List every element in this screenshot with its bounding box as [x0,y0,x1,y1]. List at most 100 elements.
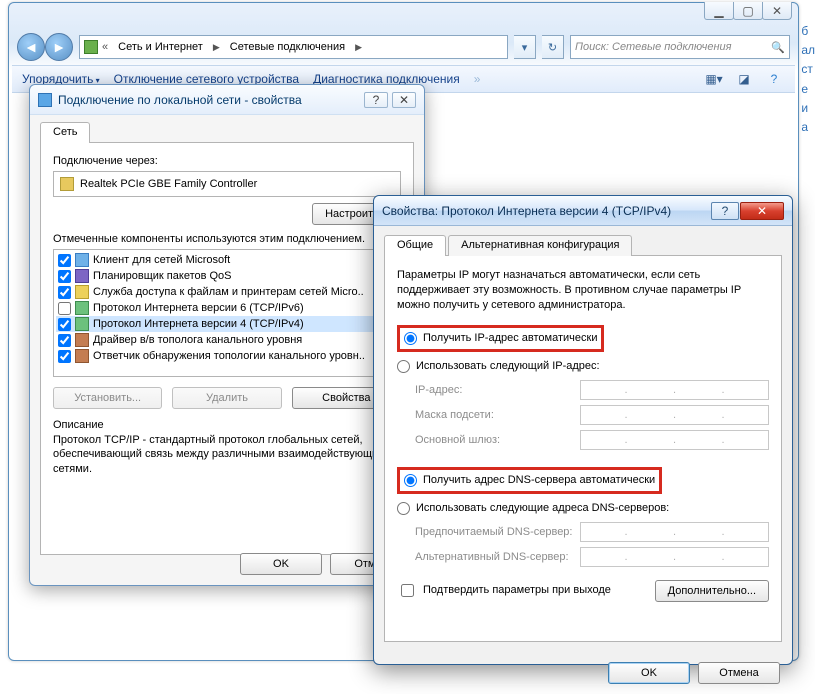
chevron-right-icon[interactable]: ▶ [355,42,362,53]
component-item[interactable]: Служба доступа к файлам и принтерам сете… [56,284,398,300]
cancel-button[interactable]: Отмена [698,662,780,684]
dialog-title: Подключение по локальной сети - свойства [58,93,302,107]
dialog-close-button[interactable]: ✕ [392,92,416,108]
background-cropped-text: балстеиа [801,22,815,137]
nav-row: ◄ ► « Сеть и Интернет ▶ Сетевые подключе… [17,33,790,61]
gateway-label: Основной шлюз: [415,434,580,446]
adapter-box[interactable]: Realtek PCIe GBE Family Controller [53,171,401,197]
component-item[interactable]: Клиент для сетей Microsoft [56,252,398,268]
components-caption: Отмеченные компоненты используются этим … [53,233,401,245]
radio-dns-auto-input[interactable] [404,474,417,487]
address-dropdown-button[interactable]: ▾ [514,35,536,59]
component-checkbox[interactable] [58,254,71,267]
nav-forward-button[interactable]: ► [45,33,73,61]
share-icon [75,285,89,299]
validate-on-exit-input[interactable] [401,584,414,597]
radio-ip-auto[interactable]: Получить IP-адрес автоматически [404,330,597,347]
component-label: Служба доступа к файлам и принтерам сете… [93,286,364,298]
component-item[interactable]: Протокол Интернета версии 6 (TCP/IPv6) [56,300,398,316]
ip-address-label: IP-адрес: [415,384,580,396]
help-button[interactable]: ? [763,69,785,89]
dialog-close-button[interactable]: ✕ [740,202,784,220]
minimize-button[interactable]: ▁ [704,2,734,20]
radio-dns-manual-input[interactable] [397,502,410,515]
dialog-titlebar[interactable]: Свойства: Протокол Интернета версии 4 (T… [374,196,792,226]
component-checkbox[interactable] [58,350,71,363]
dialog-help-button[interactable]: ? [364,92,388,108]
component-item[interactable]: Драйвер в/в тополога канального уровня [56,332,398,348]
close-button[interactable]: ✕ [762,2,792,20]
install-button[interactable]: Установить... [53,387,162,409]
connect-via-label: Подключение через: [53,155,401,167]
tabstrip: Общие Альтернативная конфигурация [384,234,782,256]
highlight-dns-auto: Получить адрес DNS-сервера автоматически [397,467,662,494]
client-icon [75,253,89,267]
tabstrip: Сеть [40,121,414,143]
view-mode-button[interactable]: ▦▾ [703,69,725,89]
radio-dns-auto[interactable]: Получить адрес DNS-сервера автоматически [404,472,655,489]
gateway-field: ... [580,430,769,450]
network-icon [84,40,98,54]
adapter-name: Realtek PCIe GBE Family Controller [80,178,257,190]
maximize-button[interactable]: ▢ [733,2,763,20]
intro-text: Параметры IP могут назначаться автоматич… [397,268,769,313]
alternate-dns-field: ... [580,547,769,567]
search-input[interactable]: Поиск: Сетевые подключения 🔍 [570,35,790,59]
proto-icon [75,317,89,331]
component-label: Клиент для сетей Microsoft [93,254,230,266]
dialog-titlebar[interactable]: Подключение по локальной сети - свойства… [30,85,424,115]
description-heading: Описание [53,419,401,431]
component-label: Драйвер в/в тополога канального уровня [93,334,302,346]
connection-properties-dialog: Подключение по локальной сети - свойства… [29,84,425,586]
component-checkbox[interactable] [58,302,71,315]
search-icon: 🔍 [771,41,785,54]
radio-ip-auto-input[interactable] [404,332,417,345]
tab-general[interactable]: Общие [384,235,446,256]
highlight-ip-auto: Получить IP-адрес автоматически [397,325,604,352]
uninstall-button[interactable]: Удалить [172,387,281,409]
ip-address-field: ... [580,380,769,400]
ok-button[interactable]: OK [608,662,690,684]
subnet-mask-field: ... [580,405,769,425]
preferred-dns-label: Предпочитаемый DNS-сервер: [415,526,580,538]
ipv4-properties-dialog: Свойства: Протокол Интернета версии 4 (T… [373,195,793,665]
preview-pane-button[interactable]: ◪ [733,69,755,89]
ok-button[interactable]: OK [240,553,322,575]
adapter-icon [60,177,74,191]
component-checkbox[interactable] [58,270,71,283]
component-item[interactable]: Ответчик обнаружения топологии канальног… [56,348,398,364]
component-item[interactable]: Протокол Интернета версии 4 (TCP/IPv4) [56,316,398,332]
sched-icon [75,269,89,283]
component-list[interactable]: Клиент для сетей Microsoft Планировщик па… [53,249,401,377]
subnet-mask-label: Маска подсети: [415,409,580,421]
radio-ip-manual-input[interactable] [397,360,410,373]
address-overflow-icon[interactable]: « [102,41,108,53]
breadcrumb-2[interactable]: Сетевые подключения [224,39,351,55]
advanced-button[interactable]: Дополнительно... [655,580,769,602]
search-placeholder: Поиск: Сетевые подключения [575,41,732,53]
breadcrumb-1[interactable]: Сеть и Интернет [112,39,209,55]
component-checkbox[interactable] [58,334,71,347]
component-label: Ответчик обнаружения топологии канальног… [93,350,365,362]
drv-icon [75,333,89,347]
component-checkbox[interactable] [58,286,71,299]
preferred-dns-field: ... [580,522,769,542]
network-adapter-icon [38,93,52,107]
alternate-dns-label: Альтернативный DNS-сервер: [415,551,580,563]
address-bar[interactable]: « Сеть и Интернет ▶ Сетевые подключения … [79,35,508,59]
nav-back-button[interactable]: ◄ [17,33,45,61]
radio-ip-manual[interactable]: Использовать следующий IP-адрес: [397,358,769,375]
component-checkbox[interactable] [58,318,71,331]
description-text: Протокол TCP/IP - стандартный протокол г… [53,433,401,476]
chevron-right-icon[interactable]: ▶ [213,42,220,53]
dialog-help-button[interactable]: ? [711,202,739,220]
radio-dns-manual[interactable]: Использовать следующие адреса DNS-сервер… [397,500,769,517]
dialog-title: Свойства: Протокол Интернета версии 4 (T… [382,204,671,218]
tab-network[interactable]: Сеть [40,122,90,143]
refresh-button[interactable]: ↻ [542,35,564,59]
component-item[interactable]: Планировщик пакетов QoS [56,268,398,284]
tab-alternative[interactable]: Альтернативная конфигурация [448,235,632,256]
proto-icon [75,301,89,315]
drv-icon [75,349,89,363]
component-label: Планировщик пакетов QoS [93,270,232,282]
